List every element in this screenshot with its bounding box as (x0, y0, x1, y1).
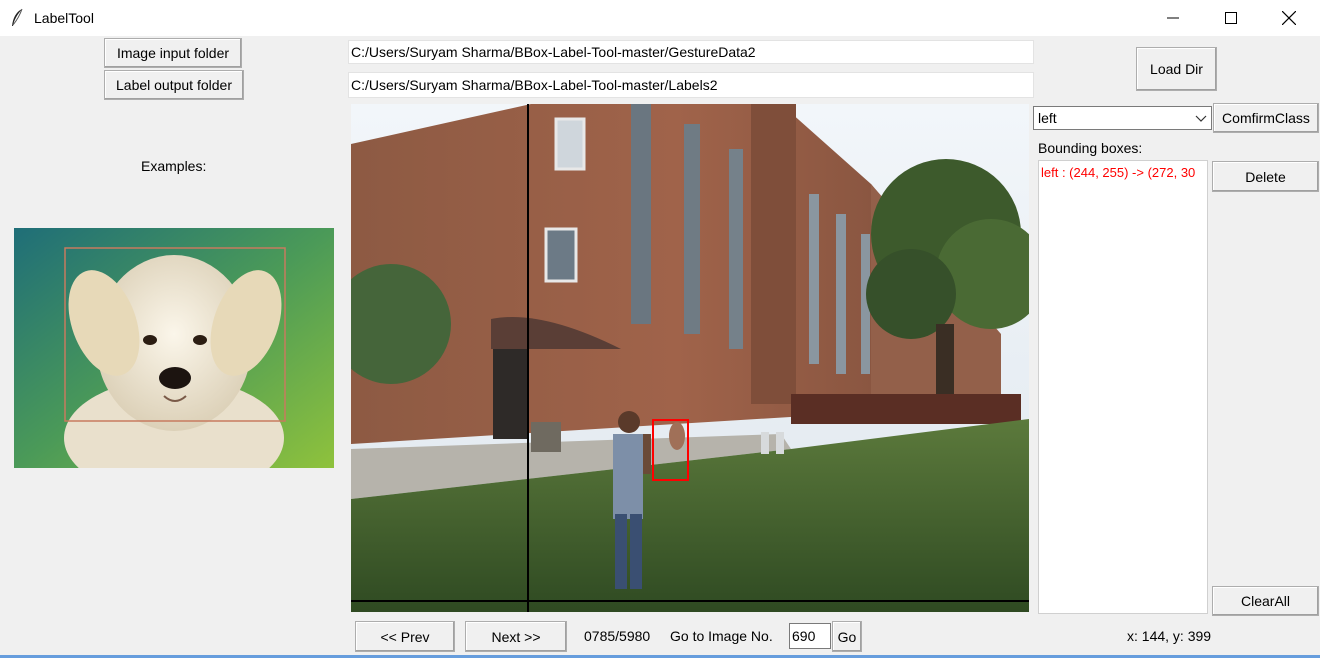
list-item[interactable]: left : (244, 255) -> (272, 30 (1039, 161, 1207, 180)
minimize-button[interactable] (1144, 0, 1202, 36)
clear-all-button[interactable]: ClearAll (1212, 586, 1319, 616)
image-input-folder-button[interactable]: Image input folder (104, 38, 242, 68)
examples-label: Examples: (141, 158, 207, 174)
label-output-folder-button[interactable]: Label output folder (104, 70, 244, 100)
class-dropdown-value: left (1038, 110, 1057, 126)
bounding-boxes-label: Bounding boxes: (1038, 140, 1143, 156)
label-dir-field[interactable]: C:/Users/Suryam Sharma/BBox-Label-Tool-m… (348, 72, 1034, 98)
prev-button[interactable]: << Prev (355, 621, 455, 652)
close-button[interactable] (1260, 0, 1318, 36)
progress-counter: 0785/5980 (584, 628, 651, 644)
title-bar: LabelTool (0, 0, 1320, 36)
close-icon (1282, 11, 1296, 25)
class-dropdown[interactable]: left (1033, 106, 1212, 130)
maximize-icon (1225, 12, 1237, 24)
load-dir-button[interactable]: Load Dir (1136, 47, 1217, 91)
image-canvas[interactable] (351, 104, 1029, 612)
goto-label: Go to Image No. (670, 628, 773, 644)
next-button[interactable]: Next >> (465, 621, 567, 652)
confirm-class-button[interactable]: ComfirmClass (1213, 103, 1319, 133)
delete-button[interactable]: Delete (1212, 161, 1319, 192)
example-image (14, 228, 334, 468)
minimize-icon (1167, 17, 1179, 19)
goto-input[interactable]: 690 (789, 623, 831, 649)
maximize-button[interactable] (1202, 0, 1260, 36)
image-dir-field[interactable]: C:/Users/Suryam Sharma/BBox-Label-Tool-m… (348, 40, 1034, 64)
cursor-position: x: 144, y: 399 (1127, 628, 1212, 644)
go-button[interactable]: Go (832, 621, 862, 652)
bbox-listbox[interactable]: left : (244, 255) -> (272, 30 (1038, 160, 1208, 614)
window-title: LabelTool (34, 10, 94, 26)
feather-icon (12, 8, 23, 26)
chevron-down-icon (1195, 115, 1207, 122)
